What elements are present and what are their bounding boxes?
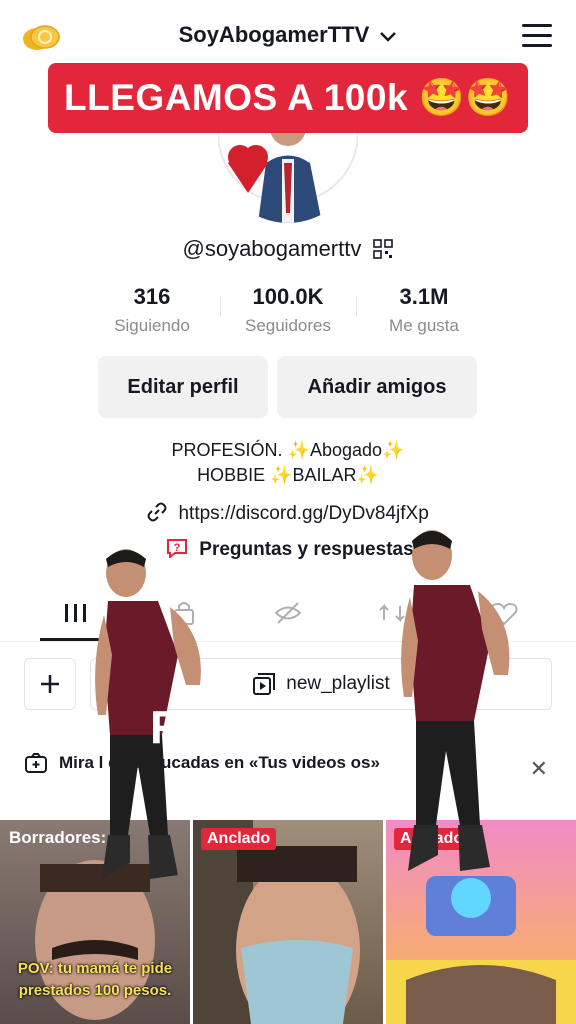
overlay-person-right: [401, 530, 510, 871]
stat-divider: [356, 296, 357, 316]
add-playlist-button[interactable]: [24, 658, 76, 710]
close-icon[interactable]: ✕: [530, 756, 548, 782]
plus-icon: [41, 675, 59, 693]
stat-followers[interactable]: 100.0K Seguidores: [218, 284, 358, 336]
caption-line: prestados 100 pesos.: [18, 982, 172, 999]
username-label: SoyAbogamerTTV: [178, 22, 370, 47]
video-caption: POV: tu mamá te pide prestados 100 pesos…: [0, 958, 190, 1002]
qa-label: Preguntas y respuestas: [199, 539, 414, 560]
bio-link[interactable]: https://discord.gg/DyDv84jfXp: [0, 502, 576, 525]
camera-icon: [24, 752, 48, 779]
chevron-down-icon: [379, 23, 397, 49]
milestone-banner: LLEGAMOS A 100k 🤩🤩: [48, 63, 528, 133]
stat-value: 3.1M: [399, 284, 449, 309]
edit-profile-button[interactable]: Editar perfil: [98, 356, 268, 418]
bio-line: PROFESIÓN. ✨Abogado✨: [171, 440, 405, 460]
video-overlay-text: R s: [150, 701, 228, 753]
caption-line: POV: tu mamá te pide: [17, 960, 173, 977]
stat-likes[interactable]: 3.1M Me gusta: [354, 284, 494, 336]
handle-text: @soyabogamerttv: [182, 236, 362, 261]
video-thumbnail[interactable]: Anclado: [193, 820, 383, 1024]
profile-handle: @soyabogamerttv: [0, 236, 576, 262]
stat-value: 100.0K: [252, 284, 324, 309]
link-icon: [147, 502, 178, 524]
bio-line: HOBBIE ✨BAILAR✨: [197, 465, 379, 485]
account-switcher[interactable]: SoyAbogamerTTV: [0, 22, 576, 49]
hamburger-menu-icon[interactable]: [522, 24, 552, 48]
link-text: https://discord.gg/DyDv84jfXp: [178, 503, 429, 524]
playlist-label: new_playlist: [286, 673, 390, 694]
playlist-icon: [253, 673, 276, 695]
stat-label: Me gusta: [389, 316, 459, 335]
profile-stats: 316 Siguiendo 100.0K Seguidores 3.1M Me …: [0, 284, 576, 340]
stat-label: Seguidores: [244, 316, 331, 335]
add-friends-button[interactable]: Añadir amigos: [277, 356, 477, 418]
tab-hidden-likes[interactable]: [268, 598, 308, 628]
top-bar: SoyAbogamerTTV: [0, 0, 576, 70]
stat-following[interactable]: 316 Siguiendo: [82, 284, 222, 336]
stat-divider: [220, 296, 221, 316]
profile-bio: PROFESIÓN. ✨Abogado✨ HOBBIE ✨BAILAR✨: [0, 438, 576, 488]
qr-code-icon[interactable]: [373, 239, 394, 259]
stat-label: Siguiendo: [114, 316, 190, 335]
stat-value: 316: [133, 284, 171, 309]
